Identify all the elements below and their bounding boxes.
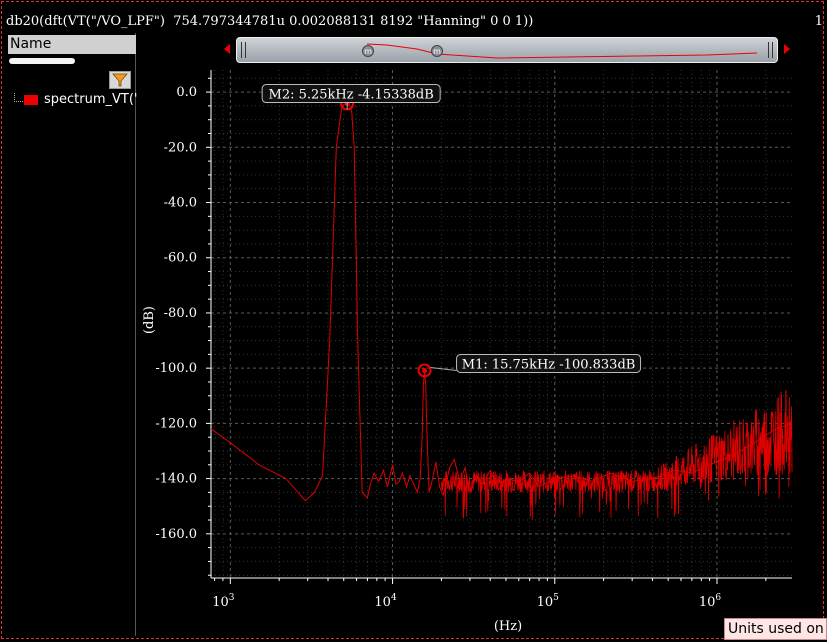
x-tick-label: 104 — [374, 593, 397, 610]
x-tick-label: 105 — [537, 593, 560, 610]
y-tick-label: -20.0 — [164, 140, 197, 155]
series-layer — [210, 102, 793, 520]
spectrum-plot[interactable]: 0.0 -20.0 -40.0 -60.0 -80.0 -100.0 -120.0 -140.… — [0, 0, 827, 642]
marker-dot-m1 — [422, 367, 428, 373]
marker-label-m1: M1: 15.75kHz -100.833dB — [462, 357, 636, 372]
x-axis-label: (Hz) — [494, 619, 522, 634]
y-tick-label: -160.0 — [155, 527, 197, 542]
y-tick-label: -120.0 — [155, 416, 197, 431]
x-ticks: 103 104 105 106 — [212, 578, 767, 610]
y-tick-label: -40.0 — [164, 196, 197, 211]
x-tick-label: 106 — [699, 593, 722, 610]
y-tick-label: -140.0 — [155, 472, 197, 487]
y-ticks: 0.0 -20.0 -40.0 -60.0 -80.0 -100.0 -120.0 -140.… — [155, 77, 211, 576]
y-tick-label: 0.0 — [176, 85, 197, 100]
x-tick-label: 103 — [212, 593, 235, 610]
y-axis-label: (dB) — [142, 306, 157, 334]
y-tick-label: -60.0 — [164, 251, 197, 266]
trace-line — [210, 102, 793, 502]
y-tick-label: -100.0 — [155, 361, 197, 376]
y-tick-label: -80.0 — [164, 306, 197, 321]
marker-label-m2: M2: 5.25kHz -4.15338dB — [269, 88, 434, 103]
units-tooltip: Units used on t — [724, 618, 827, 640]
